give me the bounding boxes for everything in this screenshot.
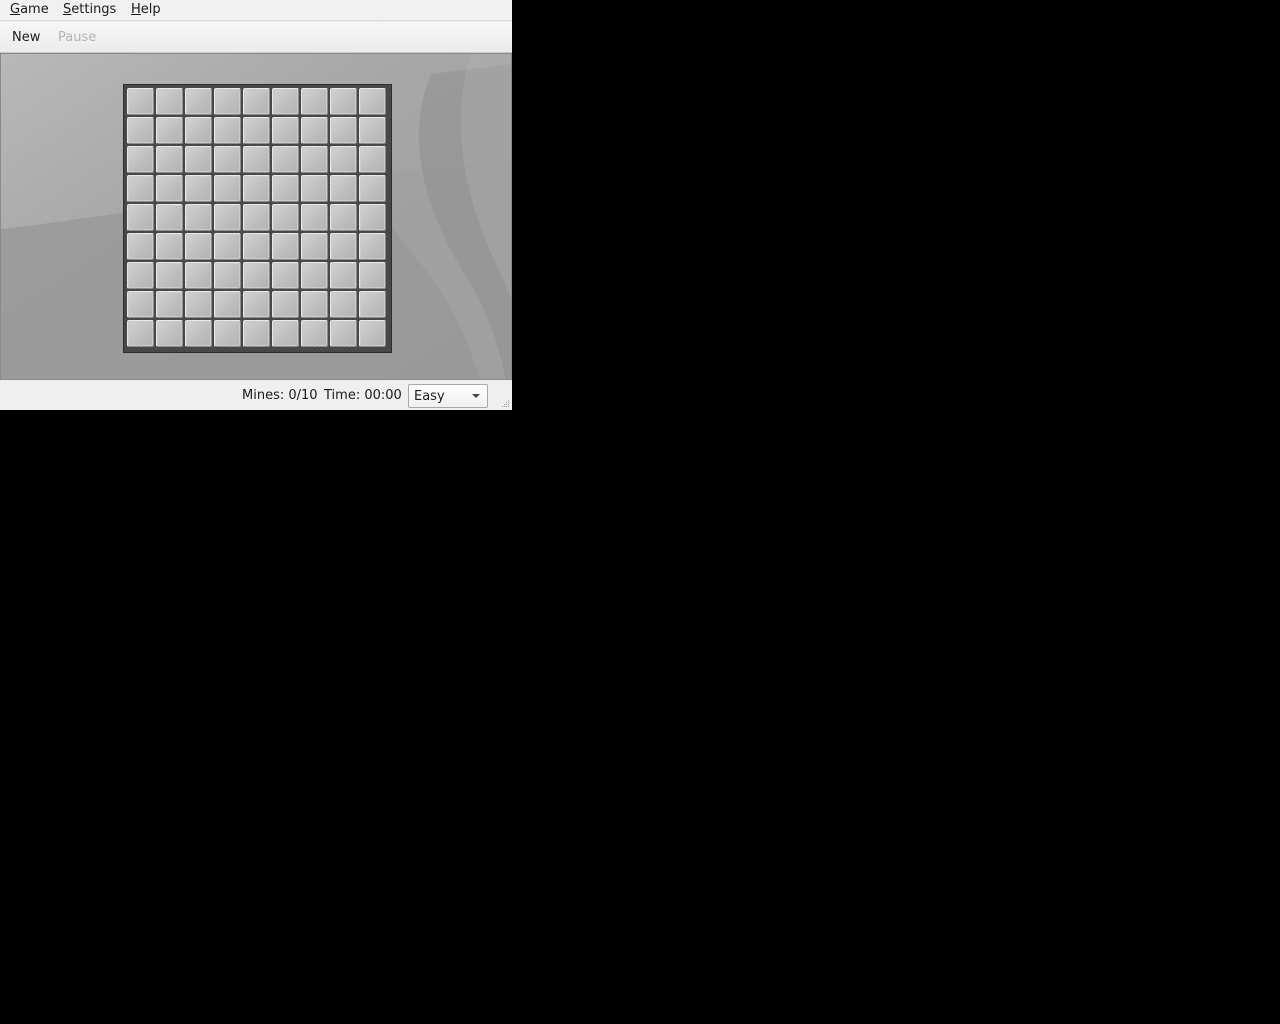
minefield xyxy=(123,84,392,353)
mine-cell[interactable] xyxy=(301,291,328,318)
mine-cell[interactable] xyxy=(214,262,241,289)
mine-cell[interactable] xyxy=(301,233,328,260)
mine-cell[interactable] xyxy=(127,262,154,289)
mine-cell[interactable] xyxy=(301,146,328,173)
mine-cell[interactable] xyxy=(272,146,299,173)
mine-cell[interactable] xyxy=(359,233,386,260)
mine-cell[interactable] xyxy=(214,233,241,260)
mine-cell[interactable] xyxy=(185,204,212,231)
mine-cell[interactable] xyxy=(243,117,270,144)
mine-cell[interactable] xyxy=(156,175,183,202)
mine-cell[interactable] xyxy=(272,320,299,347)
game-area xyxy=(0,53,512,380)
mine-cell[interactable] xyxy=(272,88,299,115)
mine-cell[interactable] xyxy=(359,204,386,231)
mine-cell[interactable] xyxy=(359,262,386,289)
menu-bar: Game Settings Help xyxy=(0,0,512,21)
mine-cell[interactable] xyxy=(185,146,212,173)
mine-cell[interactable] xyxy=(243,88,270,115)
toolbar: New Pause xyxy=(0,22,512,53)
mine-cell[interactable] xyxy=(359,88,386,115)
mine-cell[interactable] xyxy=(330,117,357,144)
mine-cell[interactable] xyxy=(243,233,270,260)
mine-cell[interactable] xyxy=(301,204,328,231)
mine-cell[interactable] xyxy=(156,117,183,144)
mine-cell[interactable] xyxy=(272,262,299,289)
mine-cell[interactable] xyxy=(330,146,357,173)
mine-cell[interactable] xyxy=(214,291,241,318)
mine-cell[interactable] xyxy=(185,233,212,260)
mine-cell[interactable] xyxy=(127,233,154,260)
mine-cell[interactable] xyxy=(127,88,154,115)
mine-cell[interactable] xyxy=(243,320,270,347)
mine-cell[interactable] xyxy=(330,320,357,347)
time-counter: Time: 00:00 xyxy=(324,388,402,403)
mine-cell[interactable] xyxy=(185,291,212,318)
mine-cell[interactable] xyxy=(127,320,154,347)
mine-cell[interactable] xyxy=(156,204,183,231)
mine-cell[interactable] xyxy=(156,262,183,289)
mine-cell[interactable] xyxy=(185,88,212,115)
mine-cell[interactable] xyxy=(156,291,183,318)
mine-cell[interactable] xyxy=(214,88,241,115)
mine-cell[interactable] xyxy=(359,291,386,318)
mine-cell[interactable] xyxy=(185,320,212,347)
mine-cell[interactable] xyxy=(272,175,299,202)
resize-grip-icon[interactable] xyxy=(500,398,510,408)
mine-cell[interactable] xyxy=(330,233,357,260)
mine-cell[interactable] xyxy=(243,291,270,318)
mine-cell[interactable] xyxy=(214,175,241,202)
mine-cell[interactable] xyxy=(127,146,154,173)
mine-cell[interactable] xyxy=(330,88,357,115)
mine-cell[interactable] xyxy=(214,146,241,173)
mine-cell[interactable] xyxy=(301,88,328,115)
mine-cell[interactable] xyxy=(301,175,328,202)
difficulty-select[interactable]: Easy xyxy=(408,384,488,408)
mine-cell[interactable] xyxy=(156,146,183,173)
mine-cell[interactable] xyxy=(272,291,299,318)
mine-cell[interactable] xyxy=(301,320,328,347)
mine-cell[interactable] xyxy=(185,117,212,144)
mine-cell[interactable] xyxy=(359,117,386,144)
mine-cell[interactable] xyxy=(214,117,241,144)
mine-cell[interactable] xyxy=(243,175,270,202)
mine-cell[interactable] xyxy=(330,204,357,231)
mine-cell[interactable] xyxy=(359,175,386,202)
mine-cell[interactable] xyxy=(127,291,154,318)
mine-cell[interactable] xyxy=(127,204,154,231)
mine-cell[interactable] xyxy=(214,204,241,231)
mine-cell[interactable] xyxy=(156,88,183,115)
mine-cell[interactable] xyxy=(272,204,299,231)
mine-cell[interactable] xyxy=(214,320,241,347)
new-game-button[interactable]: New xyxy=(12,30,40,45)
mine-cell[interactable] xyxy=(127,117,154,144)
mine-cell[interactable] xyxy=(301,262,328,289)
mine-cell[interactable] xyxy=(330,262,357,289)
menu-settings[interactable]: Settings xyxy=(63,2,116,17)
mine-cell[interactable] xyxy=(156,320,183,347)
mine-cell[interactable] xyxy=(185,175,212,202)
mine-cell[interactable] xyxy=(185,262,212,289)
mine-cell[interactable] xyxy=(330,175,357,202)
mine-cell[interactable] xyxy=(156,233,183,260)
menu-help[interactable]: Help xyxy=(131,2,161,17)
mine-cell[interactable] xyxy=(243,146,270,173)
minesweeper-window: Game Settings Help New Pause Mines: 0/10 xyxy=(0,0,512,410)
mine-cell[interactable] xyxy=(127,175,154,202)
mine-cell[interactable] xyxy=(359,146,386,173)
mine-cell[interactable] xyxy=(243,204,270,231)
status-bar: Mines: 0/10 Time: 00:00 Easy xyxy=(0,380,512,410)
chevron-down-icon xyxy=(472,394,480,398)
mine-cell[interactable] xyxy=(243,262,270,289)
mine-cell[interactable] xyxy=(330,291,357,318)
difficulty-value: Easy xyxy=(414,389,445,404)
menu-game[interactable]: Game xyxy=(10,2,49,17)
mine-cell[interactable] xyxy=(272,233,299,260)
mine-cell[interactable] xyxy=(301,117,328,144)
pause-button[interactable]: Pause xyxy=(58,30,96,45)
mines-counter: Mines: 0/10 xyxy=(242,388,318,403)
mine-cell[interactable] xyxy=(272,117,299,144)
mine-cell[interactable] xyxy=(359,320,386,347)
